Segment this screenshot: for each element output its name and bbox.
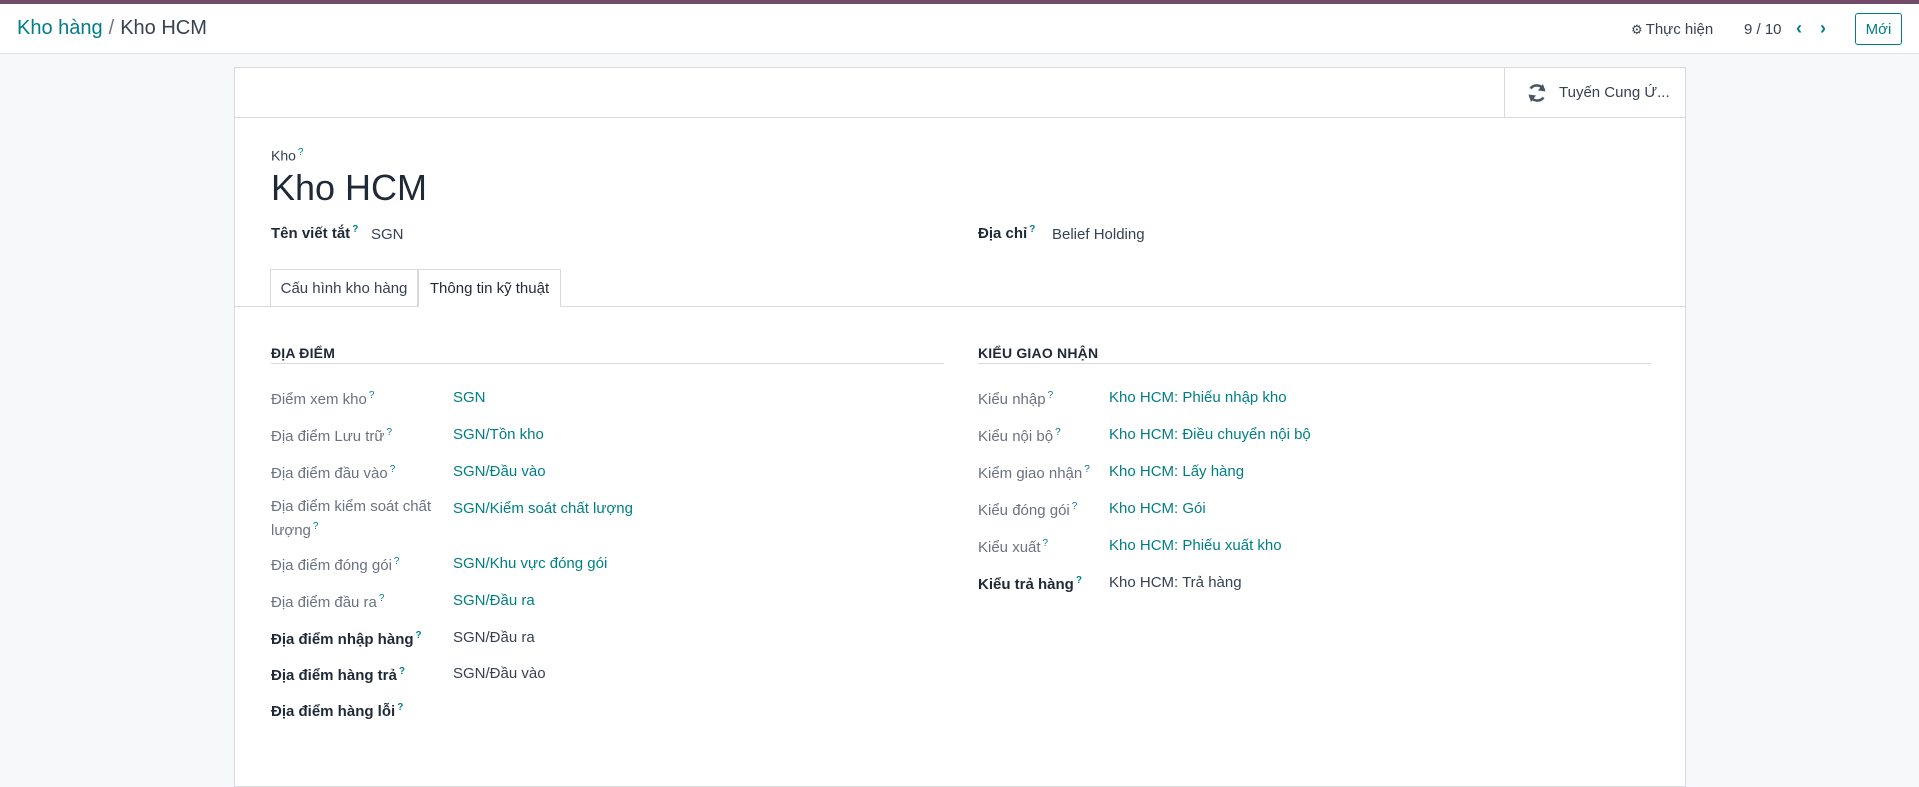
breadcrumb-separator: / (108, 17, 115, 39)
routes-smart-button-label: Tuyến Cung Ứ... (1559, 84, 1670, 101)
help-icon[interactable]: ? (313, 521, 319, 532)
input-location-field[interactable]: SGN/Đầu vào (453, 462, 546, 482)
help-icon[interactable]: ? (1076, 575, 1082, 586)
pack-location-field[interactable]: SGN/Khu vực đóng gói (453, 554, 607, 574)
short-name-field[interactable]: SGN (371, 226, 404, 243)
warehouse-title-label: Kho? (271, 147, 304, 164)
pager-next-icon[interactable]: › (1820, 18, 1826, 39)
operation-types-group-rule (978, 363, 1651, 364)
return-type-field[interactable]: Kho HCM: Trả hàng (1109, 573, 1242, 593)
breadcrumb: Kho hàng / Kho HCM (17, 17, 207, 40)
delivery-type-field[interactable]: Kho HCM: Phiếu xuất kho (1109, 536, 1282, 556)
operation-types-group-title: KIỂU GIAO NHẬN (978, 345, 1099, 361)
breadcrumb-current: Kho HCM (120, 17, 207, 39)
new-record-button[interactable]: Mới (1855, 13, 1902, 45)
help-icon[interactable]: ? (1072, 501, 1078, 512)
action-menu-label: Thực hiện (1645, 21, 1714, 38)
view-location-label: Điểm xem kho? (271, 390, 375, 408)
return-location-label: Địa điểm hàng trả? (271, 666, 405, 684)
quality-location-label-line2: lượng? (271, 521, 319, 539)
help-icon[interactable]: ? (399, 666, 405, 677)
receipt-type-field[interactable]: Kho HCM: Phiếu nhập kho (1109, 388, 1287, 408)
help-icon[interactable]: ? (1055, 427, 1061, 438)
internal-type-label: Kiểu nội bộ? (978, 427, 1061, 445)
help-icon[interactable]: ? (416, 630, 422, 641)
short-name-label: Tên viết tắt? (271, 224, 359, 242)
tab-technical-info[interactable]: Thông tin kỹ thuật (418, 269, 561, 307)
help-icon[interactable]: ? (352, 224, 358, 235)
help-icon[interactable]: ? (1043, 538, 1049, 549)
view-location-field[interactable]: SGN (453, 388, 486, 408)
help-icon[interactable]: ? (1048, 390, 1054, 401)
action-menu-button[interactable]: ⚙ Thực hiện (1631, 21, 1713, 38)
output-location-field[interactable]: SGN/Đầu ra (453, 591, 535, 611)
output-location-label: Địa điểm đầu ra? (271, 593, 385, 611)
refresh-icon (1528, 83, 1546, 102)
breadcrumb-parent-link[interactable]: Kho hàng (17, 17, 103, 39)
receipt-location-label: Địa điểm nhập hàng? (271, 630, 422, 648)
help-icon[interactable]: ? (369, 390, 375, 401)
pick-type-label: Kiểm giao nhận? (978, 464, 1090, 482)
help-icon[interactable]: ? (1084, 464, 1090, 475)
help-icon[interactable]: ? (298, 147, 304, 158)
pack-type-label: Kiểu đóng gói? (978, 501, 1078, 519)
smart-button-box: Tuyến Cung Ứ... (235, 68, 1685, 118)
help-icon[interactable]: ? (1029, 224, 1035, 235)
locations-group-rule (271, 363, 944, 364)
pack-location-label: Địa điểm đóng gói? (271, 556, 400, 574)
quality-location-label: Địa điểm kiểm soát chất (271, 498, 432, 515)
help-icon[interactable]: ? (386, 427, 392, 438)
internal-type-field[interactable]: Kho HCM: Điều chuyển nội bộ (1109, 425, 1311, 445)
receipt-type-label: Kiểu nhập? (978, 390, 1054, 408)
quality-location-field[interactable]: SGN/Kiểm soát chất lượng (453, 499, 633, 519)
stock-location-field[interactable]: SGN/Tồn kho (453, 425, 544, 445)
gear-icon: ⚙ (1631, 22, 1643, 37)
control-panel: Kho hàng / Kho HCM ⚙ Thực hiện 9 / 10 ‹ › M… (0, 4, 1919, 54)
help-icon[interactable]: ? (397, 702, 403, 713)
help-icon[interactable]: ? (390, 464, 396, 475)
tab-warehouse-config[interactable]: Cấu hình kho hàng (270, 269, 418, 307)
return-type-label: Kiểu trả hàng? (978, 575, 1082, 593)
receipt-location-field[interactable]: SGN/Đầu ra (453, 628, 535, 648)
stock-location-label: Địa điểm Lưu trữ? (271, 427, 393, 445)
pack-type-field[interactable]: Kho HCM: Gói (1109, 499, 1206, 519)
help-icon[interactable]: ? (379, 593, 385, 604)
pick-type-field[interactable]: Kho HCM: Lấy hàng (1109, 462, 1244, 482)
warehouse-name-field[interactable]: Kho HCM (271, 167, 427, 209)
return-location-field[interactable]: SGN/Đầu vào (453, 664, 546, 684)
routes-smart-button[interactable]: Tuyến Cung Ứ... (1504, 68, 1685, 117)
input-location-label: Địa điểm đầu vào? (271, 464, 396, 482)
form-sheet: Tuyến Cung Ứ... Kho? Kho HCM Tên viết tắ… (234, 67, 1686, 787)
locations-group-title: ĐỊA ĐIỂM (271, 345, 336, 361)
help-icon[interactable]: ? (394, 556, 400, 567)
pager-previous-icon[interactable]: ‹ (1796, 18, 1802, 39)
address-field[interactable]: Belief Holding (1052, 226, 1145, 243)
pager-value[interactable]: 9 / 10 (1744, 21, 1782, 38)
scrap-location-label: Địa điểm hàng lỗi? (271, 702, 404, 720)
address-label: Địa chỉ? (978, 224, 1036, 242)
delivery-type-label: Kiểu xuất? (978, 538, 1049, 556)
